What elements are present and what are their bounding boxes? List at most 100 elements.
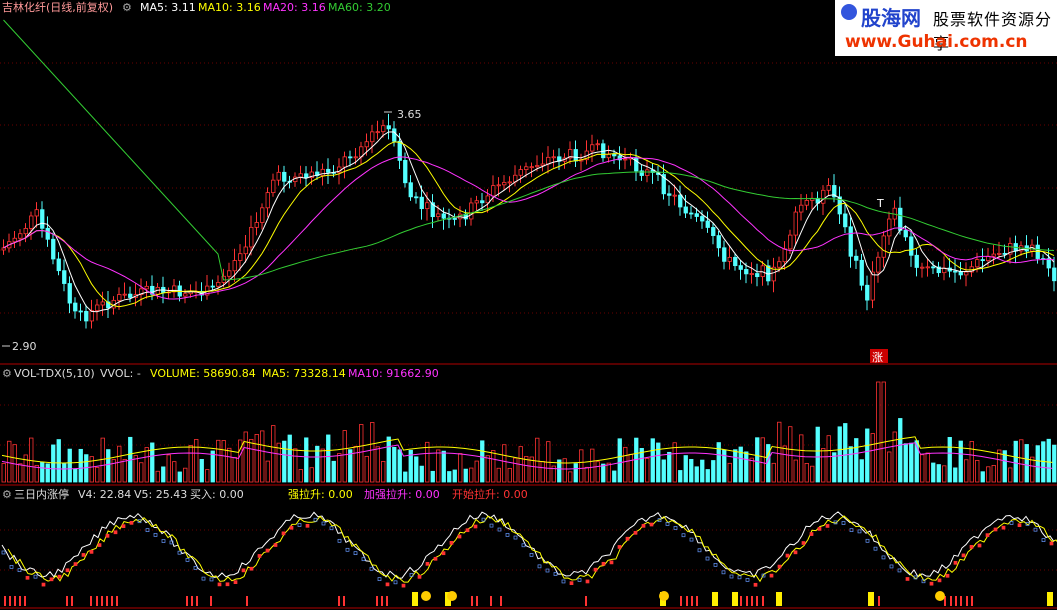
- volume-bar: [430, 470, 435, 483]
- volume-bar: [485, 455, 490, 483]
- volume-bar: [95, 466, 100, 483]
- candle-body: [474, 200, 479, 204]
- smiley-icon: [935, 591, 945, 601]
- indicator-dot: [713, 563, 718, 567]
- indicator-dot: [633, 530, 638, 535]
- indicator-dot: [33, 574, 38, 579]
- indicator-dot: [961, 553, 966, 558]
- volume-bar: [749, 457, 754, 483]
- volume-bar: [1052, 444, 1057, 483]
- signal-bar: [343, 596, 345, 606]
- indicator-dot: [121, 524, 126, 528]
- candle-body: [623, 158, 628, 161]
- signal-bar: [490, 596, 492, 606]
- candle-body: [711, 227, 716, 236]
- volume-bar: [1008, 467, 1013, 483]
- volume-bar: [656, 442, 661, 483]
- volume-bar: [837, 426, 842, 483]
- signal-bar: [500, 596, 502, 606]
- indicator-dot: [193, 566, 198, 570]
- settings-icon[interactable]: ⚙: [122, 1, 132, 14]
- ind-settings-icon[interactable]: ⚙: [2, 488, 12, 501]
- vol-ma5-value: MA5: 73328.14: [262, 367, 346, 380]
- low-price-label: 2.90: [12, 340, 37, 353]
- volume-bar: [942, 465, 947, 483]
- volume-bar: [832, 452, 837, 483]
- volume-bar: [821, 448, 826, 483]
- volume-bar: [804, 463, 809, 483]
- candle-body: [243, 246, 248, 255]
- indicator-dot: [681, 533, 686, 538]
- indicator-dot: [321, 521, 326, 526]
- volume-bar: [425, 441, 430, 483]
- candlesticks[interactable]: [1, 113, 1057, 329]
- candle-body: [95, 304, 100, 311]
- candle-body: [100, 301, 105, 306]
- volume-bar: [381, 461, 386, 483]
- volume-bar: [480, 440, 485, 483]
- volume-value: VOLUME: 58690.84: [150, 367, 256, 380]
- zhang-badge: 涨: [872, 351, 883, 364]
- stock-title[interactable]: 吉林化纤(日线,前复权): [2, 0, 113, 14]
- candle-body: [238, 253, 243, 261]
- indicator-dot: [865, 538, 870, 543]
- volume-bar: [760, 437, 765, 483]
- volume-bar: [601, 463, 606, 483]
- indicator-dot: [977, 543, 982, 548]
- vol-indicator-name[interactable]: VOL-TDX(5,10): [14, 367, 95, 380]
- candle-body: [56, 258, 61, 272]
- indicator-dot: [753, 582, 758, 587]
- volume-bar: [694, 466, 699, 483]
- volume-bar: [540, 461, 545, 483]
- candle-body: [353, 156, 358, 159]
- volume-bar: [606, 462, 611, 483]
- volume-bar: [931, 462, 936, 483]
- volume-bar: [260, 430, 265, 483]
- signal-bar: [740, 596, 742, 606]
- volume-bar: [353, 445, 358, 483]
- candle-body: [925, 266, 930, 269]
- stock-chart[interactable]: 吉林化纤(日线,前复权) ⚙ MA5: 3.11 MA10: 3.16 MA20…: [0, 0, 1057, 610]
- signal-bar: [338, 596, 340, 606]
- volume-bar: [474, 460, 479, 483]
- candle-body: [117, 294, 122, 301]
- volume-bar: [1024, 444, 1029, 483]
- volume-bar: [799, 434, 804, 483]
- volume-bar: [1019, 439, 1024, 483]
- volume-bar: [287, 434, 292, 483]
- indicator-dot: [593, 567, 598, 572]
- indicator-dot: [41, 582, 46, 587]
- volume-bar: [700, 459, 705, 483]
- indicator-dot: [433, 556, 438, 561]
- candle-body: [672, 194, 677, 197]
- indicator-dot: [353, 551, 358, 556]
- candle-body: [903, 229, 908, 238]
- vol-settings-icon[interactable]: ⚙: [2, 367, 12, 380]
- volume-bar: [117, 445, 122, 483]
- signal-bar: [756, 596, 758, 606]
- indicator-dot: [257, 554, 262, 558]
- indicator-dot: [25, 575, 30, 580]
- volume-bars[interactable]: [1, 381, 1057, 483]
- volume-bar: [161, 466, 166, 483]
- indicator-dot: [705, 556, 710, 561]
- indicator-dot: [273, 543, 278, 547]
- signal-bar: [111, 596, 113, 606]
- volume-bar: [854, 438, 859, 483]
- high-price-label: 3.65: [397, 108, 422, 121]
- candle-body: [799, 204, 804, 213]
- ind-indicator-name[interactable]: 三日内涨停: [14, 487, 69, 501]
- candle-body: [216, 282, 221, 287]
- candle-body: [546, 156, 551, 165]
- volume-bar: [898, 418, 903, 483]
- volume-bar: [865, 428, 870, 483]
- indicator-dot: [473, 524, 478, 529]
- candle-body: [865, 284, 870, 301]
- volume-bar: [502, 444, 507, 483]
- candle-body: [227, 270, 232, 277]
- ma20-value: MA20: 3.16: [263, 1, 326, 14]
- volume-bar: [419, 465, 424, 483]
- indicator-dot: [465, 528, 470, 533]
- candle-body: [408, 182, 413, 198]
- volume-bar: [342, 430, 347, 483]
